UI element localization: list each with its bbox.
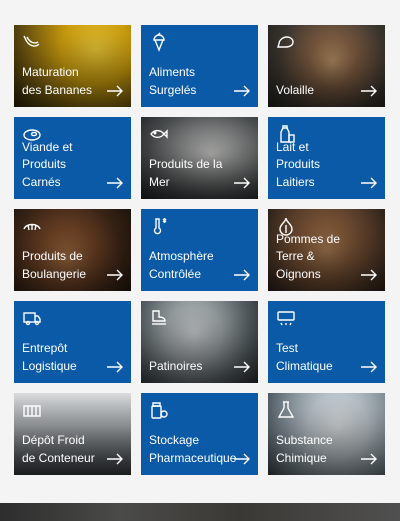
arrow-right-icon	[360, 453, 378, 465]
thermometer-icon	[149, 216, 169, 236]
tile-patinoires[interactable]: Patinoires	[141, 301, 258, 383]
croissant-icon	[22, 216, 42, 236]
arrow-right-icon	[106, 85, 124, 97]
tile-produits-de-la-mer[interactable]: Produits de la Mer	[141, 117, 258, 199]
tile-label: Produits de la Mer	[149, 157, 223, 189]
arrow-right-icon	[233, 85, 251, 97]
lab-icon	[276, 400, 296, 420]
application-grid: Maturation des Bananes Aliments Surgelés…	[14, 25, 385, 475]
tile-label: Maturation des Bananes	[22, 65, 93, 97]
tile-substance-chimique[interactable]: Substance Chimique	[268, 393, 385, 475]
tile-label: Stockage Pharmaceutique	[149, 433, 237, 465]
tile-lait-produits-laitiers[interactable]: Lait et Produits Laitiers	[268, 117, 385, 199]
tile-label: Patinoires	[149, 358, 203, 373]
climate-icon	[276, 308, 296, 328]
arrow-right-icon	[360, 85, 378, 97]
tile-viande-produits-carnes[interactable]: Viande et Produits Carnés	[14, 117, 131, 199]
tile-produits-boulangerie[interactable]: Produits de Boulangerie	[14, 209, 131, 291]
tile-label: Entrepôt Logistique	[22, 341, 77, 373]
fish-icon	[149, 124, 169, 144]
footer-image-strip	[0, 503, 400, 521]
tile-label: Volaille	[276, 82, 315, 97]
tile-depot-froid-conteneur[interactable]: Dépôt Froid de Conteneur	[14, 393, 131, 475]
pills-icon	[149, 400, 169, 420]
tile-label: Aliments Surgelés	[149, 65, 197, 97]
tile-label: Dépôt Froid de Conteneur	[22, 433, 95, 465]
tile-label: Pommes de Terre & Oignons	[276, 231, 341, 281]
tile-label: Produits de Boulangerie	[22, 249, 87, 281]
poultry-icon	[276, 32, 296, 52]
arrow-right-icon	[233, 361, 251, 373]
truck-icon	[22, 308, 42, 328]
tile-stockage-pharmaceutique[interactable]: Stockage Pharmaceutique	[141, 393, 258, 475]
arrow-right-icon	[360, 361, 378, 373]
arrow-right-icon	[233, 453, 251, 465]
tile-label: Viande et Produits Carnés	[22, 139, 73, 189]
arrow-right-icon	[106, 453, 124, 465]
tile-label: Lait et Produits Laitiers	[276, 139, 321, 189]
tile-label: Test Climatique	[276, 341, 333, 373]
ice-cream-icon	[149, 32, 169, 52]
arrow-right-icon	[233, 177, 251, 189]
tile-test-climatique[interactable]: Test Climatique	[268, 301, 385, 383]
arrow-right-icon	[106, 177, 124, 189]
tile-maturation-bananes[interactable]: Maturation des Bananes	[14, 25, 131, 107]
container-icon	[22, 400, 42, 420]
ice-skate-icon	[149, 308, 169, 328]
tile-aliments-surgeles[interactable]: Aliments Surgelés	[141, 25, 258, 107]
arrow-right-icon	[360, 269, 378, 281]
tile-label: Atmosphère Contrôlée	[149, 249, 214, 281]
tile-label: Substance Chimique	[276, 433, 333, 465]
arrow-right-icon	[106, 361, 124, 373]
arrow-right-icon	[233, 269, 251, 281]
tile-atmosphere-controlee[interactable]: Atmosphère Contrôlée	[141, 209, 258, 291]
arrow-right-icon	[106, 269, 124, 281]
tile-entrepot-logistique[interactable]: Entrepôt Logistique	[14, 301, 131, 383]
tile-volaille[interactable]: Volaille	[268, 25, 385, 107]
tile-pommes-de-terre-oignons[interactable]: Pommes de Terre & Oignons	[268, 209, 385, 291]
banana-icon	[22, 32, 42, 52]
arrow-right-icon	[360, 177, 378, 189]
